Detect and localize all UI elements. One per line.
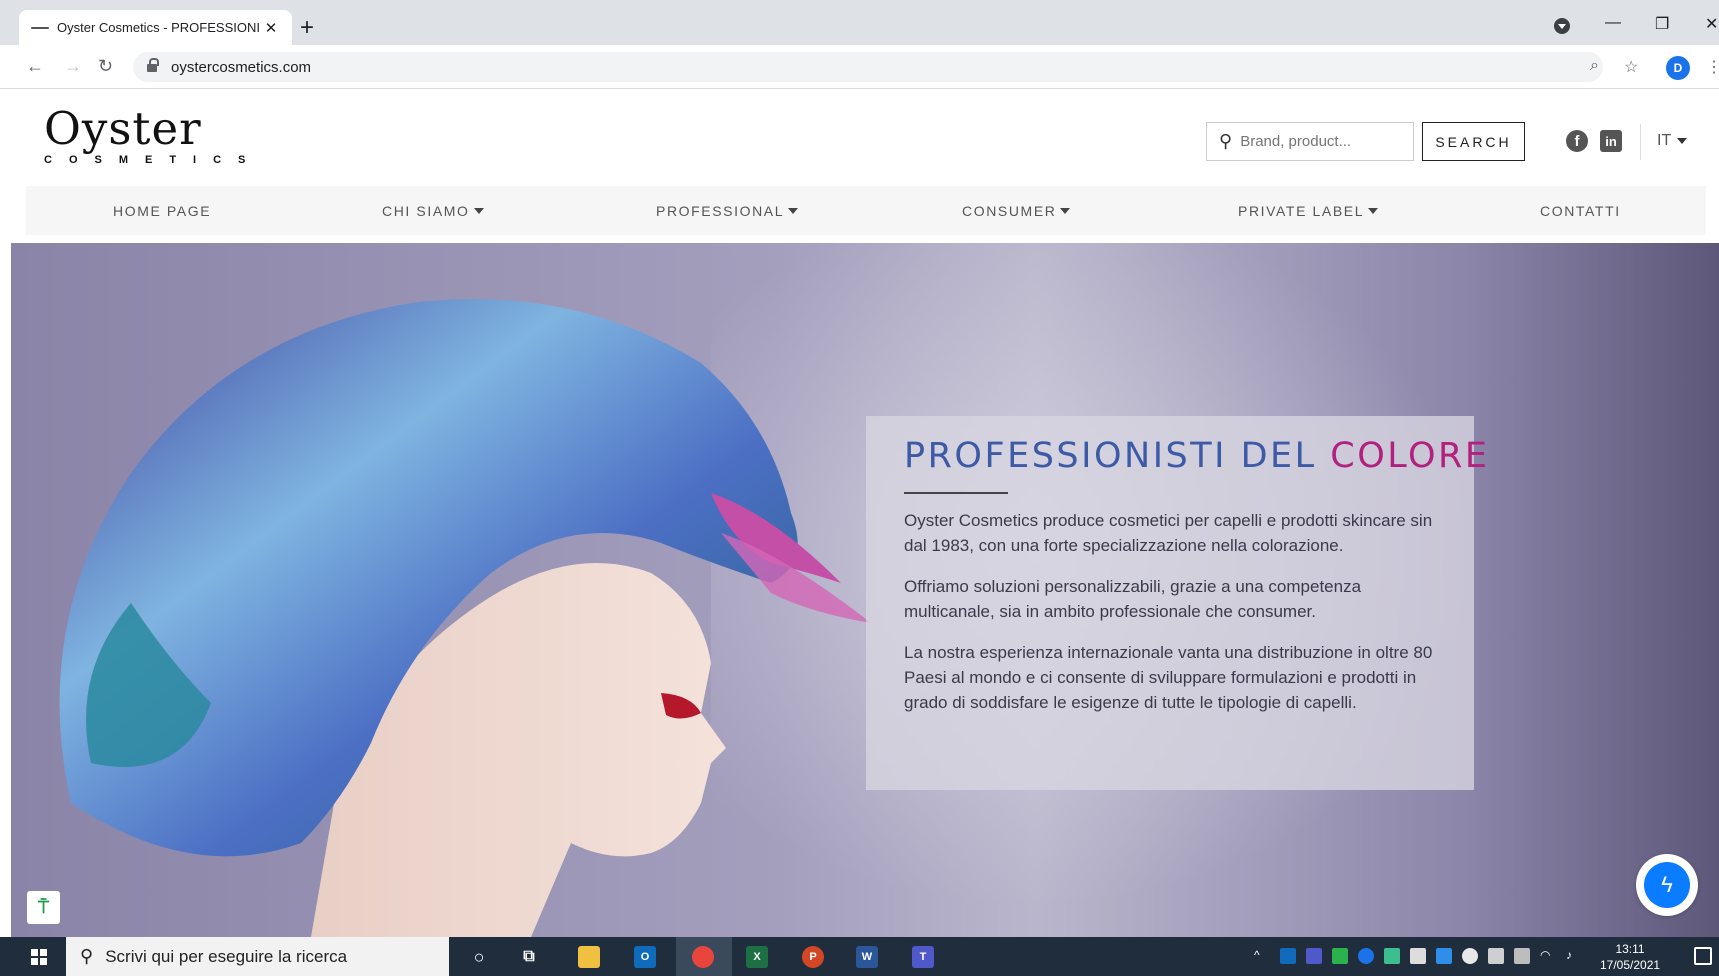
divider [1640,124,1641,160]
hero-title-text: PROFESSIONISTI DEL [904,436,1331,476]
nav-item-private-label[interactable]: PRIVATE LABEL [1238,186,1379,235]
search-icon: ⚲ [80,946,94,966]
url-text: oystercosmetics.com [171,58,312,76]
tab-close-icon[interactable]: ✕ [262,19,280,37]
tray-sync-icon[interactable] [1384,948,1400,964]
chrome-icon[interactable] [692,946,714,968]
hero-title: PROFESSIONISTI DEL COLORE [904,436,1487,476]
nav-item-contatti[interactable]: CONTATTI [1540,186,1621,235]
bookmark-star-icon[interactable]: ☆ [1624,57,1638,77]
nav-item-label: PRIVATE LABEL [1238,202,1365,219]
tray-teams-icon[interactable] [1306,948,1322,964]
close-window-icon[interactable]: ✕ [1705,14,1718,34]
reload-icon[interactable]: ↻ [98,56,113,77]
taskbar-clock[interactable]: 13:11 17/05/2021 [1600,941,1660,973]
nav-item-label: CHI SIAMO [382,202,470,219]
language-selector[interactable]: IT [1657,132,1688,150]
hero-paragraph: Offriamo soluzioni personalizzabili, gra… [904,577,1362,621]
logo-wordmark: Oyster [44,102,202,155]
windows-start-icon[interactable] [31,949,47,965]
search-icon: ⚲ [1219,131,1233,151]
facebook-icon[interactable]: f [1566,130,1588,152]
onedrive-icon[interactable] [1462,948,1478,964]
address-bar-row: ← → ↻ oystercosmetics.com ⌕ ☆ D ⋮ [0,45,1719,89]
wifi-icon[interactable]: ◠ [1540,948,1556,964]
browser-tab[interactable]: Oyster Cosmetics - PROFESSIONI ✕ [19,10,292,45]
linkedin-icon[interactable]: in [1600,130,1622,152]
chevron-down-icon [1677,138,1688,144]
chevron-down-icon [473,207,484,214]
messenger-icon: ϟ [1644,862,1690,908]
site-header: Oyster COSMETICS ⚲ SEARCH f in IT [0,90,1719,186]
tab-search-icon[interactable] [1554,18,1570,34]
browser-tab-bar: Oyster Cosmetics - PROFESSIONI ✕ + — ❐ ✕ [0,0,1719,45]
word-icon[interactable]: W [856,946,878,968]
nav-item-label: PROFESSIONAL [656,202,785,219]
file-explorer-icon[interactable] [578,946,600,968]
hero-woman-image [59,299,871,937]
nav-item-professional[interactable]: PROFESSIONAL [656,186,799,235]
hero-paragraph: La nostra esperienza internazionale vant… [904,643,1433,712]
new-tab-button[interactable]: + [300,14,314,42]
task-view-icon[interactable]: ⧉ [518,946,540,968]
nav-item-consumer[interactable]: CONSUMER [962,186,1071,235]
nav-item-label: CONSUMER [962,202,1057,219]
search-button[interactable]: SEARCH [1422,122,1525,161]
search-input[interactable] [1240,133,1401,150]
taskbar-search-placeholder: Scrivi qui per eseguire la ricerca [105,946,348,966]
powerpoint-icon[interactable]: P [802,946,824,968]
hero-paragraph: Oyster Cosmetics produce cosmetici per c… [904,511,1433,555]
minimize-icon[interactable]: — [1605,14,1621,32]
network-icon[interactable] [1488,948,1504,964]
messenger-chat-button[interactable]: ϟ [1636,854,1698,916]
restore-icon[interactable]: ❐ [1655,14,1669,34]
language-label: IT [1657,132,1672,149]
forward-arrow-icon[interactable]: → [64,56,82,77]
nav-item-home-page[interactable]: HOME PAGE [113,186,211,235]
back-arrow-icon[interactable]: ← [26,56,44,77]
url-bar[interactable]: oystercosmetics.com [133,52,1603,82]
nav-item-label: CONTATTI [1540,202,1621,219]
volume-icon[interactable]: ♪ [1566,948,1582,964]
tray-security-icon[interactable] [1410,948,1426,964]
hero-banner: PROFESSIONISTI DEL COLORE Oyster Cosmeti… [11,243,1719,937]
tray-outlook-icon[interactable] [1280,948,1296,964]
hero-text-card: PROFESSIONISTI DEL COLORE Oyster Cosmeti… [866,416,1487,790]
menu-dots-icon[interactable]: ⋮ [1706,57,1719,77]
teams-icon[interactable]: T [912,946,934,968]
oyster-logo[interactable]: Oyster COSMETICS [44,102,263,167]
main-navigation: HOME PAGE CHI SIAMO PROFESSIONAL CONSUME… [26,186,1706,235]
chevron-down-icon [1060,207,1071,214]
logo-subtitle: COSMETICS [44,154,263,166]
chevron-down-icon [788,207,799,214]
clock-date: 17/05/2021 [1600,958,1661,972]
hero-title-accent: COLORE [1330,436,1490,476]
excel-icon[interactable]: X [746,946,768,968]
profile-avatar[interactable]: D [1666,56,1690,80]
nav-item-chi-siamo[interactable]: CHI SIAMO [382,186,484,235]
site-favicon-icon [31,24,49,32]
taskbar-search[interactable]: ⚲ Scrivi qui per eseguire la ricerca [66,937,449,976]
tray-app-icon[interactable] [1332,948,1348,964]
title-underline [904,492,1008,494]
accessibility-icon[interactable]: ⍑ [27,891,60,924]
search-field[interactable]: ⚲ [1206,122,1414,161]
zoom-icon[interactable]: ⌕ [1590,57,1599,75]
lock-icon[interactable] [147,57,159,73]
tray-chevron-icon[interactable]: ^ [1254,948,1270,964]
tab-title: Oyster Cosmetics - PROFESSIONI [57,20,260,35]
clock-time: 13:11 [1615,942,1645,956]
chevron-down-icon [1368,207,1379,214]
tray-info-icon[interactable] [1358,948,1374,964]
cortana-icon[interactable]: ○ [468,946,490,968]
outlook-icon[interactable]: O [634,946,656,968]
windows-taskbar: ⚲ Scrivi qui per eseguire la ricerca ○ ⧉… [0,937,1719,976]
nav-item-label: HOME PAGE [113,202,212,219]
notification-icon[interactable] [1694,947,1712,965]
tray-badge-icon[interactable] [1436,948,1452,964]
battery-icon[interactable] [1514,948,1530,964]
